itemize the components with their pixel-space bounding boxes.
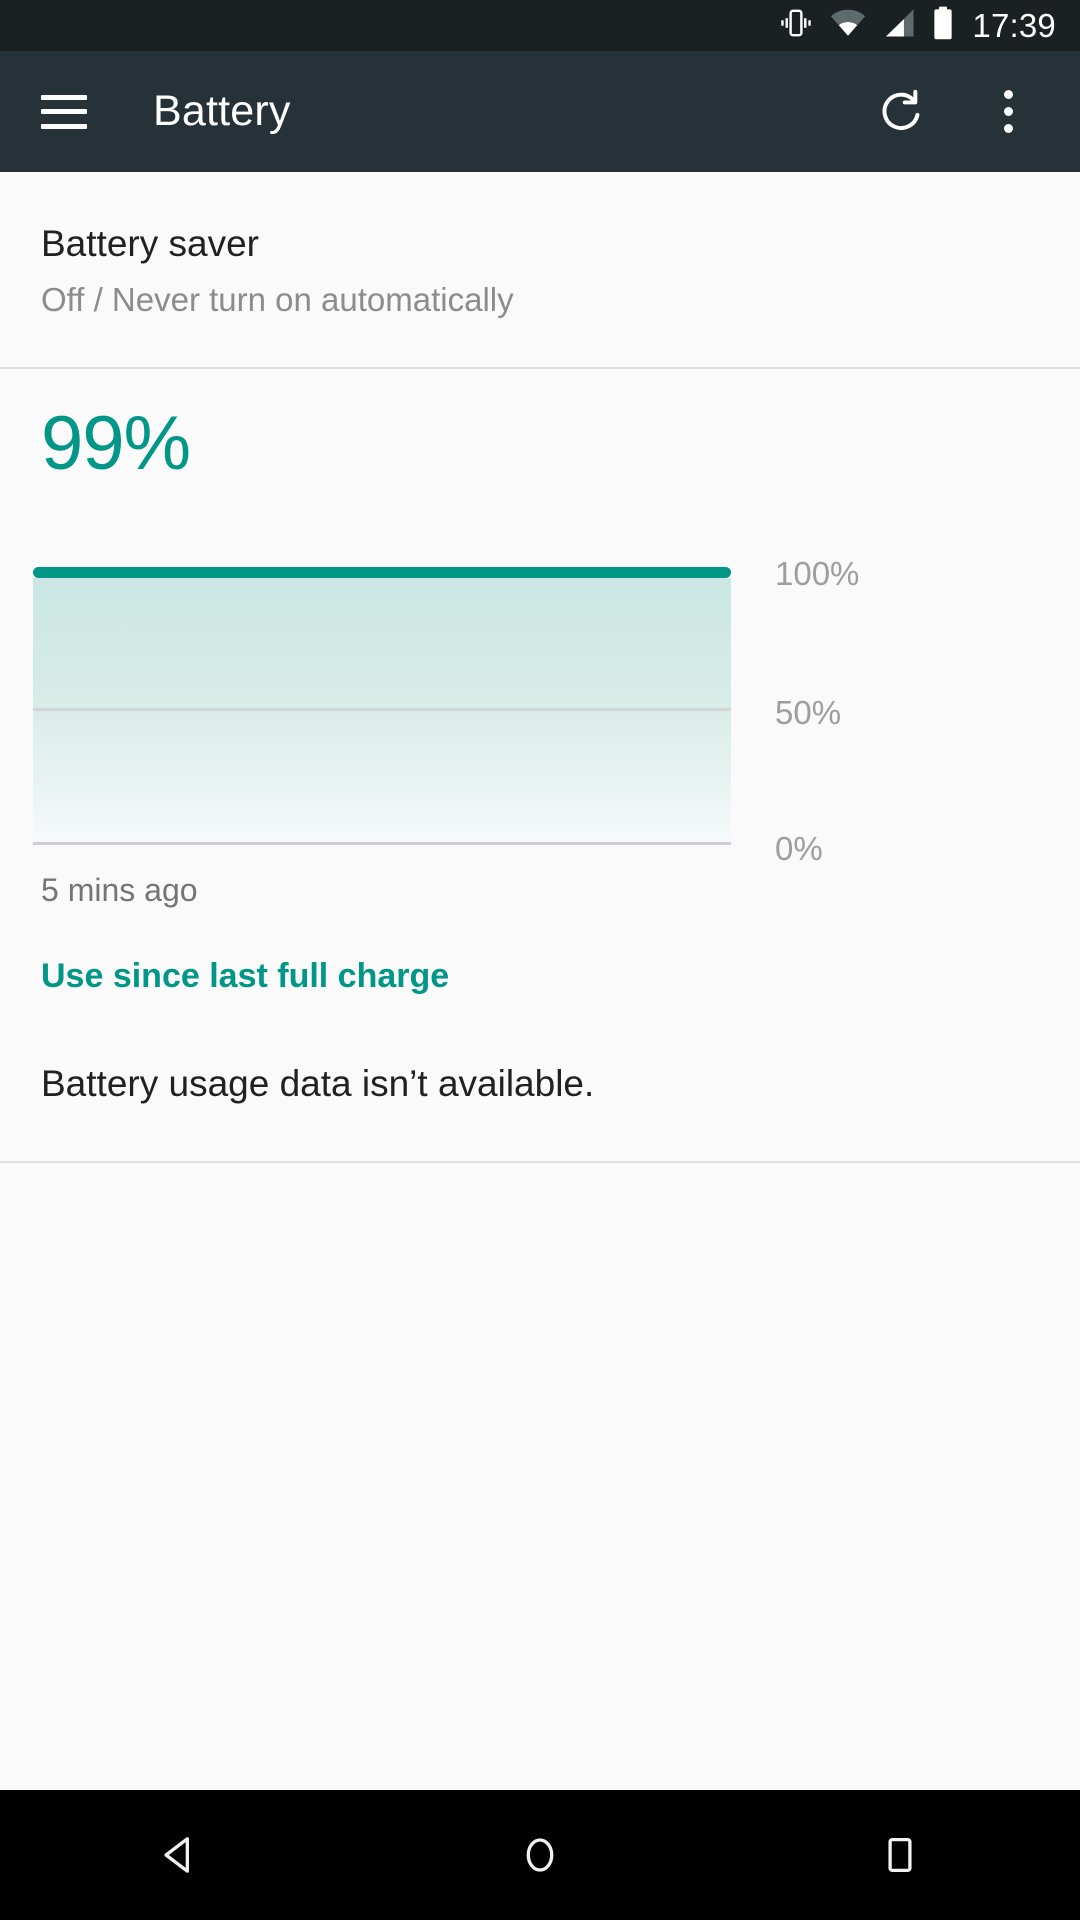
app-bar: Battery <box>0 51 1080 172</box>
battery-icon <box>932 6 954 45</box>
usage-empty-message: Battery usage data isn’t available. <box>41 1062 595 1104</box>
page-title: Battery <box>153 87 291 135</box>
settings-content: Battery saver Off / Never turn on automa… <box>0 172 1080 1790</box>
home-icon[interactable] <box>450 1790 630 1920</box>
use-since-last-charge-row: Use since last full charge <box>0 909 1080 996</box>
battery-saver-subtitle: Off / Never turn on automatically <box>41 280 514 318</box>
overflow-menu-icon[interactable] <box>960 64 1056 160</box>
chart-gridline-50 <box>33 707 731 711</box>
battery-percent-label: 99% <box>41 400 191 486</box>
app-bar-left: Battery <box>0 87 291 136</box>
refresh-icon[interactable] <box>854 64 950 160</box>
status-bar-clock: 17:39 <box>972 6 1056 44</box>
battery-history-chart[interactable]: 100% 50% 0% <box>0 544 1080 865</box>
battery-saver-title: Battery saver <box>41 223 259 264</box>
chart-level-line <box>33 566 731 578</box>
chart-label-0: 0% <box>775 829 823 867</box>
navigation-bar <box>0 1790 1080 1920</box>
back-icon[interactable] <box>90 1790 270 1920</box>
chart-y-axis-labels: 100% 50% 0% <box>775 544 955 865</box>
chart-plot-area <box>33 566 731 845</box>
cellular-signal-icon <box>883 8 915 43</box>
status-bar-icons <box>779 6 954 45</box>
status-bar: 17:39 <box>0 0 1080 51</box>
app-bar-actions <box>854 64 1080 160</box>
chart-time-ago-label: 5 mins ago <box>41 871 198 908</box>
battery-saver-row[interactable]: Battery saver Off / Never turn on automa… <box>0 172 1080 318</box>
chart-label-100: 100% <box>775 554 860 592</box>
vibrate-icon <box>779 6 813 45</box>
divider-bottom <box>0 1160 1080 1163</box>
recents-icon[interactable] <box>810 1790 990 1920</box>
chart-label-50: 50% <box>775 693 842 731</box>
hamburger-menu-icon[interactable] <box>41 94 87 129</box>
battery-settings-screen: 17:39 Battery Battery saver Off / Never … <box>0 0 1080 1920</box>
wifi-icon <box>830 8 866 43</box>
use-since-last-full-charge-link[interactable]: Use since last full charge <box>41 957 449 996</box>
chart-axis-0 <box>33 841 731 845</box>
